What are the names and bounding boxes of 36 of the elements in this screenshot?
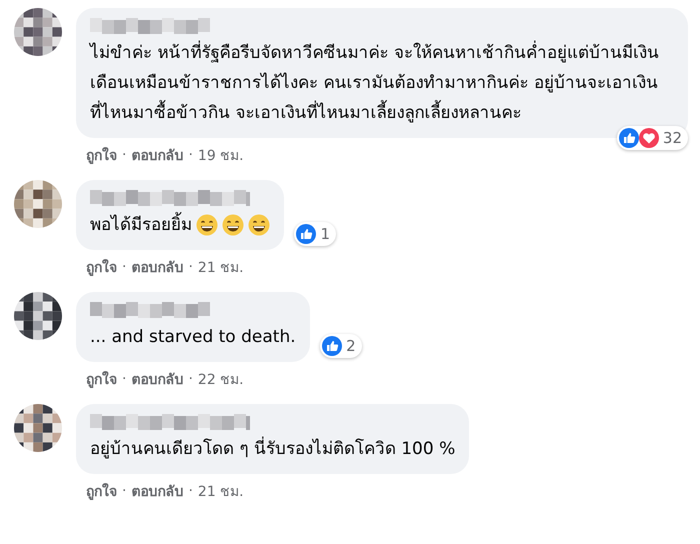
comment-time: 22 ชม. bbox=[198, 371, 244, 390]
reply-link[interactable]: ตอบกลับ bbox=[131, 256, 184, 278]
thumbs-up-icon bbox=[322, 336, 342, 356]
separator-dot: · bbox=[122, 147, 126, 163]
comment-time: 19 ชม. bbox=[198, 147, 244, 166]
separator-dot: · bbox=[188, 147, 193, 163]
separator-dot: · bbox=[122, 259, 126, 275]
like-link[interactable]: ถูกใจ bbox=[86, 368, 117, 390]
comment-text: ไม่ขำค่ะ หน้าที่รัฐคือรีบจัดหาวีคซีนมาค่ะ จะให้คนหาเช้ากินค่ำอยู่แต่บ้านมีเงินเดือนเหมือนข้าราชการได้ไงคะ คนเรามันต้องทำมาหากินค่ะ อยู่บ้านจะเอาเงินที่ไหนมาซื้อข้าวกิน จะเอาเงินที่ไหนมาเลี้ยงลูกเลี้ยงหลานคะ bbox=[90, 38, 674, 128]
reaction-badge[interactable]: 32 bbox=[616, 126, 688, 150]
like-link[interactable]: ถูกใจ bbox=[86, 480, 117, 502]
reaction-count: 32 bbox=[662, 129, 682, 147]
separator-dot: · bbox=[188, 483, 193, 499]
comment-text: อยู่บ้านคนเดียวโดด ๆ นี่รับรองไม่ติดโควิด 100 % bbox=[90, 434, 456, 464]
grinning-face-icon bbox=[196, 214, 218, 236]
separator-dot: · bbox=[188, 259, 193, 275]
reaction-count: 2 bbox=[346, 337, 356, 355]
grinning-face-icon bbox=[222, 214, 244, 236]
thumbs-up-icon bbox=[618, 128, 639, 148]
reaction-badge[interactable]: 2 bbox=[320, 334, 362, 358]
comment-text: ... and starved to death. bbox=[90, 326, 296, 349]
thumbs-up-icon bbox=[296, 224, 316, 244]
reply-link[interactable]: ตอบกลับ bbox=[131, 144, 184, 166]
reaction-badge[interactable]: 1 bbox=[294, 222, 336, 246]
separator-dot: · bbox=[188, 371, 193, 387]
separator-dot: · bbox=[122, 483, 126, 499]
like-link[interactable]: ถูกใจ bbox=[86, 144, 117, 166]
reply-link[interactable]: ตอบกลับ bbox=[131, 368, 184, 390]
separator-dot: · bbox=[122, 371, 126, 387]
comment-text: พอได้มีรอยยิ้ม bbox=[90, 210, 192, 240]
comment-time: 21 ชม. bbox=[198, 259, 244, 278]
reaction-count: 1 bbox=[320, 225, 330, 243]
grinning-face-icon bbox=[248, 214, 270, 236]
comment-time: 21 ชม. bbox=[198, 483, 244, 502]
like-link[interactable]: ถูกใจ bbox=[86, 256, 117, 278]
reply-link[interactable]: ตอบกลับ bbox=[131, 480, 184, 502]
